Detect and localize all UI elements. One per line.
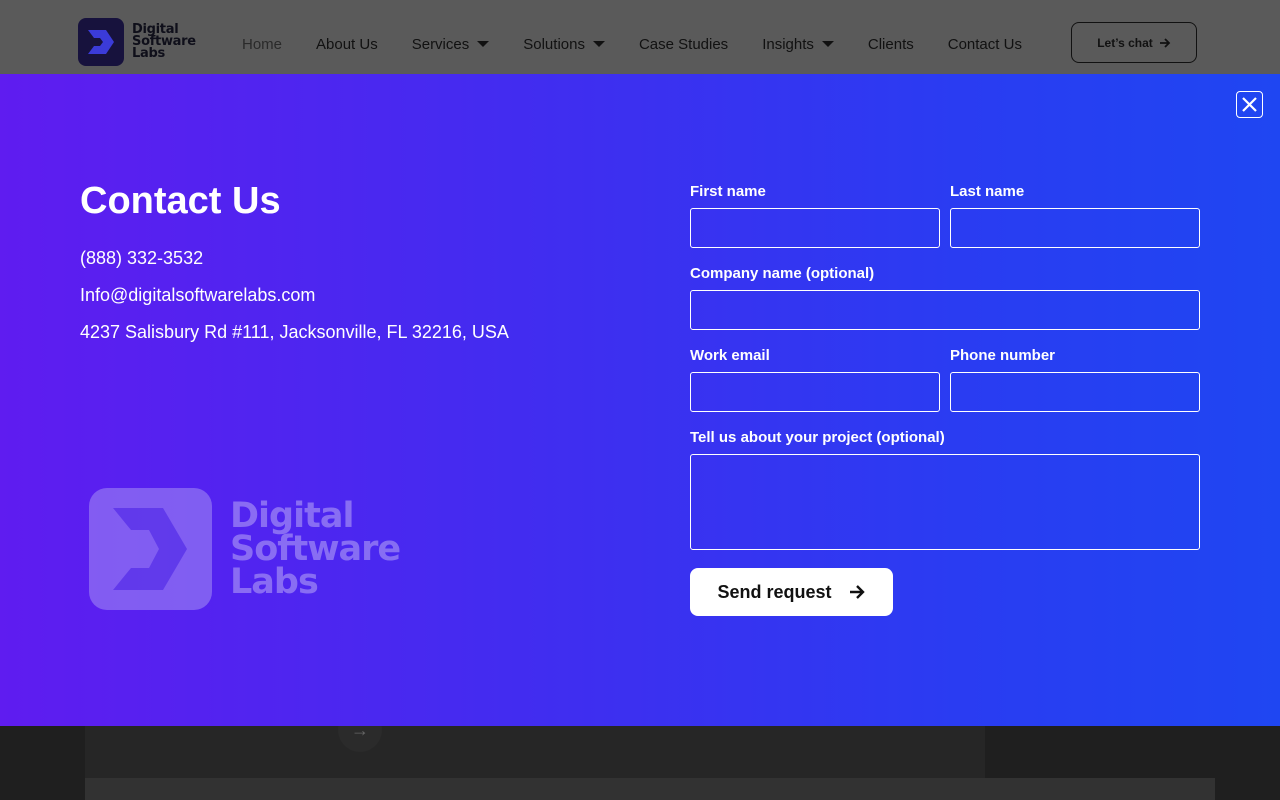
contact-email[interactable]: Info@digitalsoftwarelabs.com — [80, 285, 315, 306]
modal-title: Contact Us — [80, 180, 281, 222]
phone-number-field[interactable] — [950, 372, 1200, 412]
nav-item-case-studies[interactable]: Case Studies — [639, 34, 728, 54]
logo-wordmark: Digital Software Labs — [230, 495, 401, 602]
contact-phone[interactable]: (888) 332-3532 — [80, 248, 203, 269]
first-name-label: First name — [690, 183, 766, 200]
project-label: Tell us about your project (optional) — [690, 429, 945, 446]
background-content: → — [0, 708, 1280, 800]
close-icon — [1242, 97, 1257, 112]
background-panel — [85, 726, 985, 778]
background-bar — [85, 778, 1215, 800]
project-textarea[interactable] — [690, 454, 1200, 550]
nav-item-solutions[interactable]: Solutions — [523, 34, 605, 54]
work-email-label: Work email — [690, 347, 770, 364]
work-email-field[interactable] — [690, 372, 940, 412]
company-name-label: Company name (optional) — [690, 265, 875, 282]
close-button[interactable] — [1236, 91, 1263, 118]
last-name-field[interactable] — [950, 208, 1200, 248]
last-name-label: Last name — [950, 183, 1025, 200]
arrow-right-icon — [849, 585, 865, 599]
nav-item-about[interactable]: About Us — [316, 34, 378, 54]
chevron-down-icon — [477, 41, 490, 47]
contact-modal: Contact Us (888) 332-3532 Info@digitalso… — [0, 74, 1280, 726]
lets-chat-label: Let’s chat — [1097, 35, 1153, 50]
main-nav: Home About Us Services Solutions Case St… — [242, 34, 1056, 54]
nav-item-home[interactable]: Home — [242, 34, 282, 54]
phone-number-label: Phone number — [950, 347, 1056, 364]
lets-chat-button[interactable]: Let’s chat — [1071, 22, 1197, 63]
logo-wordmark: Digital Software Labs — [132, 22, 196, 61]
nav-item-insights[interactable]: Insights — [762, 34, 834, 54]
company-name-field[interactable] — [690, 290, 1200, 330]
logo-mark-icon — [89, 488, 212, 610]
arrow-right-icon — [1159, 37, 1171, 48]
nav-item-contact[interactable]: Contact Us — [948, 34, 1022, 54]
chevron-down-icon — [821, 41, 834, 47]
nav-item-clients[interactable]: Clients — [868, 34, 914, 54]
modal-logo: Digital Software Labs — [89, 488, 401, 610]
site-header: Digital Software Labs Home About Us Serv… — [0, 0, 1280, 74]
site-logo[interactable]: Digital Software Labs — [78, 18, 196, 66]
send-request-label: Send request — [717, 581, 832, 602]
send-request-button[interactable]: Send request — [690, 568, 893, 616]
logo-mark-icon — [78, 18, 124, 66]
chevron-down-icon — [592, 41, 605, 47]
first-name-field[interactable] — [690, 208, 940, 248]
contact-address: 4237 Salisbury Rd #111, Jacksonville, FL… — [80, 322, 509, 342]
nav-item-services[interactable]: Services — [412, 34, 490, 54]
